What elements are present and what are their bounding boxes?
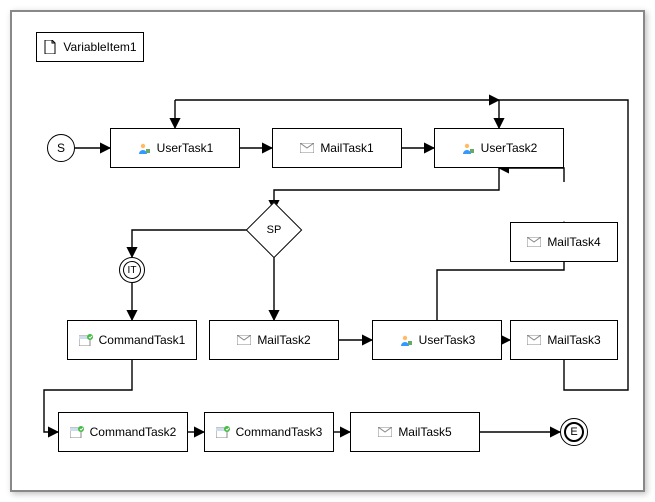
gateway-sp[interactable]: SP: [254, 210, 294, 250]
task-label: CommandTask2: [90, 425, 177, 439]
task-label: CommandTask3: [236, 425, 323, 439]
task-mailtask5[interactable]: MailTask5: [350, 412, 480, 452]
task-label: MailTask3: [547, 333, 600, 347]
diagram-frame: VariableItem1 S UserTask1 MailTask1 User…: [0, 0, 655, 502]
task-mailtask4[interactable]: MailTask4: [510, 222, 618, 262]
task-label: MailTask2: [257, 333, 310, 347]
command-icon: [79, 334, 93, 346]
task-label: MailTask4: [547, 235, 600, 249]
task-mailtask2[interactable]: MailTask2: [209, 320, 339, 360]
task-mailtask3[interactable]: MailTask3: [510, 320, 618, 360]
document-icon: [43, 41, 57, 53]
mail-icon: [527, 236, 541, 248]
user-icon: [137, 142, 151, 154]
start-event-label: S: [57, 141, 65, 155]
intermediate-event[interactable]: IT: [119, 257, 145, 283]
task-mailtask1[interactable]: MailTask1: [272, 128, 402, 168]
data-object-label: VariableItem1: [63, 40, 136, 54]
gateway-label: SP: [267, 224, 282, 236]
user-icon: [399, 334, 413, 346]
task-label: UserTask3: [419, 333, 476, 347]
end-event-label: E: [570, 426, 577, 438]
task-usertask1[interactable]: UserTask1: [110, 128, 240, 168]
end-event[interactable]: E: [560, 418, 588, 446]
command-icon: [70, 426, 84, 438]
task-commandtask1[interactable]: CommandTask1: [67, 320, 197, 360]
task-label: MailTask5: [398, 425, 451, 439]
task-label: UserTask2: [481, 141, 538, 155]
task-label: MailTask1: [320, 141, 373, 155]
task-usertask3[interactable]: UserTask3: [372, 320, 502, 360]
task-label: CommandTask1: [99, 333, 186, 347]
command-icon: [216, 426, 230, 438]
mail-icon: [300, 142, 314, 154]
mail-icon: [527, 334, 541, 346]
mail-icon: [378, 426, 392, 438]
start-event[interactable]: S: [47, 134, 75, 162]
diagram-canvas: VariableItem1 S UserTask1 MailTask1 User…: [10, 10, 645, 492]
user-icon: [461, 142, 475, 154]
task-label: UserTask1: [157, 141, 214, 155]
task-usertask2[interactable]: UserTask2: [434, 128, 564, 168]
mail-icon: [237, 334, 251, 346]
task-commandtask3[interactable]: CommandTask3: [204, 412, 334, 452]
task-commandtask2[interactable]: CommandTask2: [58, 412, 188, 452]
intermediate-event-label: IT: [128, 265, 137, 276]
data-object-variableitem1[interactable]: VariableItem1: [36, 32, 144, 62]
